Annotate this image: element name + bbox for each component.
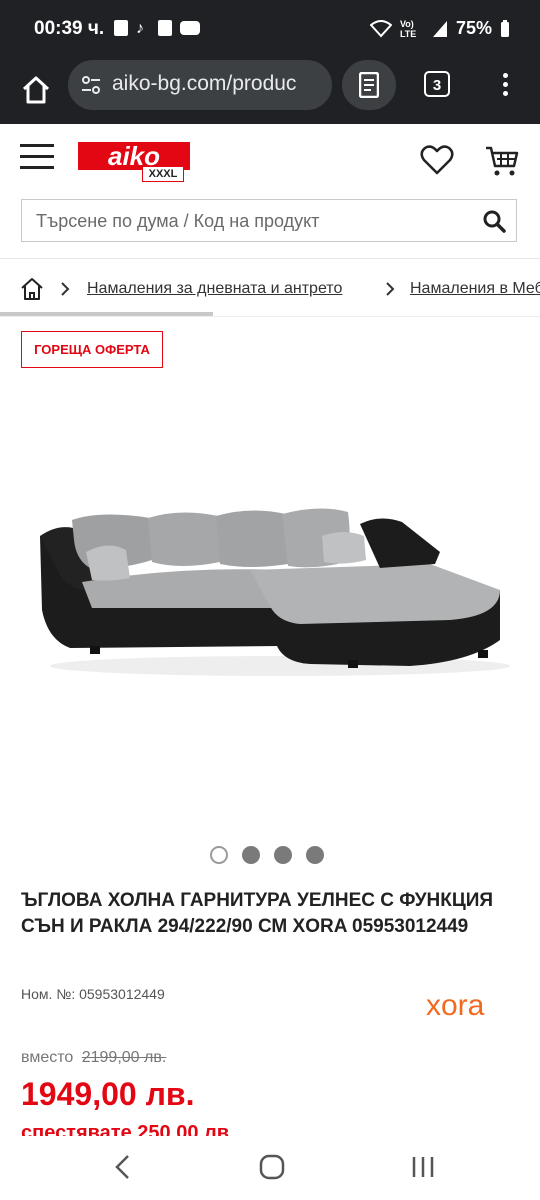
hamburger-menu-icon[interactable] (20, 144, 54, 170)
gallery-dot[interactable] (242, 846, 260, 864)
notification-icons: ♪ (114, 20, 200, 37)
wishlist-heart-icon[interactable] (420, 144, 454, 176)
recent-apps-icon[interactable] (410, 1154, 436, 1180)
gallery-dot[interactable] (274, 846, 292, 864)
battery-percent: 75% (455, 18, 492, 38)
network-label: Vo) LTE (399, 18, 417, 39)
status-right: Vo) LTE 75% (369, 18, 510, 39)
gallery-icon (158, 20, 172, 36)
browser-toolbar: aiko-bg.com/produc 3 (0, 60, 540, 124)
tiktok-icon: ♪ (136, 20, 144, 37)
divider (0, 316, 540, 317)
wifi-icon (369, 19, 392, 37)
status-time: 00:39 ч. (34, 18, 105, 39)
site-logo[interactable]: aiko XXXL (78, 142, 190, 182)
old-price-value: 2199,00 лв. (81, 1049, 167, 1066)
divider (0, 258, 540, 259)
site-settings-icon[interactable] (80, 74, 102, 96)
signal-icon (432, 20, 447, 37)
tab-switcher-button[interactable]: 3 (424, 71, 450, 97)
browser-home-icon[interactable] (18, 72, 54, 108)
sku-value: 05953012449 (79, 986, 165, 1002)
breadcrumb-home-icon[interactable] (20, 277, 44, 301)
gallery-pagination (210, 846, 324, 864)
shopping-cart-icon[interactable] (484, 144, 520, 178)
gallery-dot[interactable] (210, 846, 228, 864)
product-title: ЪГЛОВА ХОЛНА ГАРНИТУРА УЕЛНЕС С ФУНКЦИЯ … (21, 890, 494, 937)
youtube-icon (180, 21, 200, 35)
breadcrumb: Намаления за дневната и антрето Намалени… (0, 270, 540, 310)
brand-logo[interactable]: xora (426, 990, 520, 1020)
reader-mode-button[interactable] (342, 60, 396, 110)
gallery-dot[interactable] (306, 846, 324, 864)
old-price: вместо 2199,00 лв. (21, 1049, 166, 1067)
brand-logo-text: xora (426, 990, 485, 1020)
search-icon[interactable] (482, 209, 506, 233)
reader-mode-icon (359, 72, 379, 98)
search-input[interactable] (34, 200, 478, 243)
savings-amount: спестявате 250,00 лв. (21, 1122, 235, 1136)
chevron-right-icon (61, 282, 70, 296)
sku-label: Ном. №: (21, 986, 76, 1002)
hot-offer-badge: ГОРЕЩА ОФЕРТА (21, 331, 163, 368)
product-image[interactable] (30, 490, 510, 690)
current-price: 1949,00 лв. (21, 1076, 195, 1112)
site-header: aiko XXXL (0, 124, 540, 196)
search-bar (21, 199, 517, 243)
old-price-label: вместо (21, 1049, 74, 1066)
url-text: aiko-bg.com/produc (112, 72, 297, 95)
breadcrumb-link[interactable]: Намаления за дневната и антрето (87, 280, 342, 298)
sim-icon (114, 20, 128, 36)
more-options-icon[interactable] (500, 70, 510, 100)
back-icon[interactable] (112, 1154, 132, 1180)
system-navigation-bar (0, 1136, 540, 1200)
chevron-right-icon (386, 282, 395, 296)
home-icon[interactable] (259, 1154, 285, 1180)
url-bar[interactable]: aiko-bg.com/produc (68, 60, 332, 110)
logo-sub: XXXL (142, 166, 184, 182)
status-bar: 00:39 ч. ♪ Vo) LTE 75% (0, 0, 540, 60)
battery-icon (501, 19, 509, 37)
breadcrumb-link[interactable]: Намаления в Мебели (410, 280, 540, 298)
product-sku: Ном. №: 05953012449 (21, 986, 165, 1002)
